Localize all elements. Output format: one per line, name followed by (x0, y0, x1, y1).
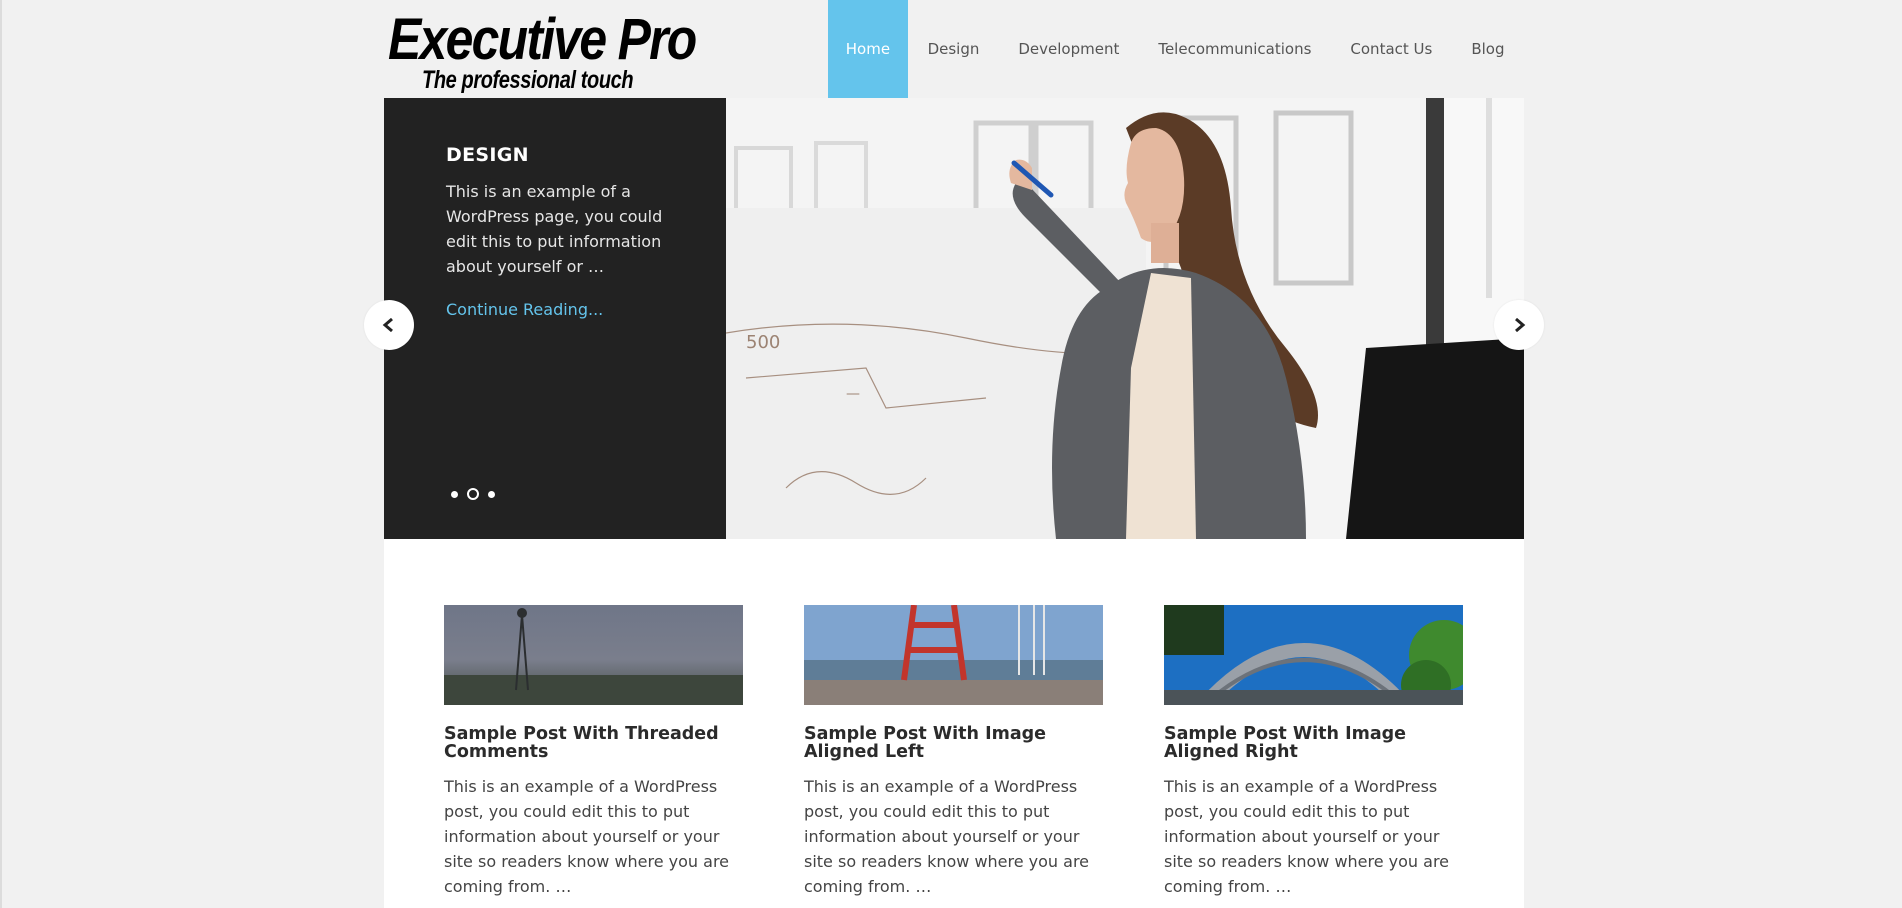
post-excerpt: This is an example of a WordPress post, … (1164, 777, 1450, 896)
svg-text:—: — (846, 386, 860, 402)
post-card: Sample Post With Threaded Comments This … (444, 605, 743, 899)
post-card: Sample Post With Image Aligned Right Thi… (1164, 605, 1463, 899)
site-tagline: The professional touch (422, 66, 634, 94)
site-header: Executive Pro The professional touch Hom… (384, 0, 1524, 98)
nav-item-blog[interactable]: Blog (1452, 0, 1524, 98)
slide-photo-woman-whiteboard: 500 — (726, 98, 1524, 539)
page-edge (0, 0, 2, 908)
post-excerpt: This is an example of a WordPress post, … (444, 777, 730, 896)
slider-dot-1[interactable] (451, 490, 458, 498)
site-logo[interactable]: Executive Pro The professional touch (388, 8, 697, 96)
slide-title: DESIGN (446, 144, 529, 166)
slide-caption-panel: DESIGN This is an example of a WordPress… (384, 98, 726, 539)
post-thumbnail-foggy-field[interactable] (444, 605, 743, 705)
post-title[interactable]: Sample Post With Image Aligned Left (804, 725, 1103, 761)
nav-item-contact-us[interactable]: Contact Us (1331, 0, 1452, 98)
main-nav: Home Design Development Telecommunicatio… (827, 0, 1524, 98)
post-thumbnail-red-tower-pier[interactable] (804, 605, 1103, 705)
slider-dot-3[interactable] (488, 490, 495, 498)
post-title[interactable]: Sample Post With Image Aligned Right (1164, 725, 1463, 761)
post-card: Sample Post With Image Aligned Left This… (804, 605, 1103, 899)
nav-item-design[interactable]: Design (908, 0, 999, 98)
post-thumbnail-bridge-arch[interactable] (1164, 605, 1463, 705)
featured-slider: DESIGN This is an example of a WordPress… (384, 98, 1524, 539)
chevron-left-icon (382, 318, 393, 332)
nav-item-telecommunications[interactable]: Telecommunications (1139, 0, 1331, 98)
posts-section: Sample Post With Threaded Comments This … (384, 539, 1524, 908)
slider-next-button[interactable] (1494, 300, 1544, 350)
slider-pagination (451, 488, 495, 500)
chevron-right-icon (1515, 318, 1526, 332)
site-title: Executive Pro (388, 7, 697, 72)
post-title[interactable]: Sample Post With Threaded Comments (444, 725, 743, 761)
nav-item-home[interactable]: Home (827, 0, 909, 98)
svg-text:500: 500 (746, 332, 780, 353)
post-excerpt: This is an example of a WordPress post, … (804, 777, 1090, 896)
slider-dot-2[interactable] (467, 488, 479, 500)
continue-reading-link[interactable]: Continue Reading... (446, 300, 603, 319)
slide-excerpt: This is an example of a WordPress page, … (446, 182, 663, 276)
slider-prev-button[interactable] (364, 300, 414, 350)
nav-item-development[interactable]: Development (999, 0, 1139, 98)
